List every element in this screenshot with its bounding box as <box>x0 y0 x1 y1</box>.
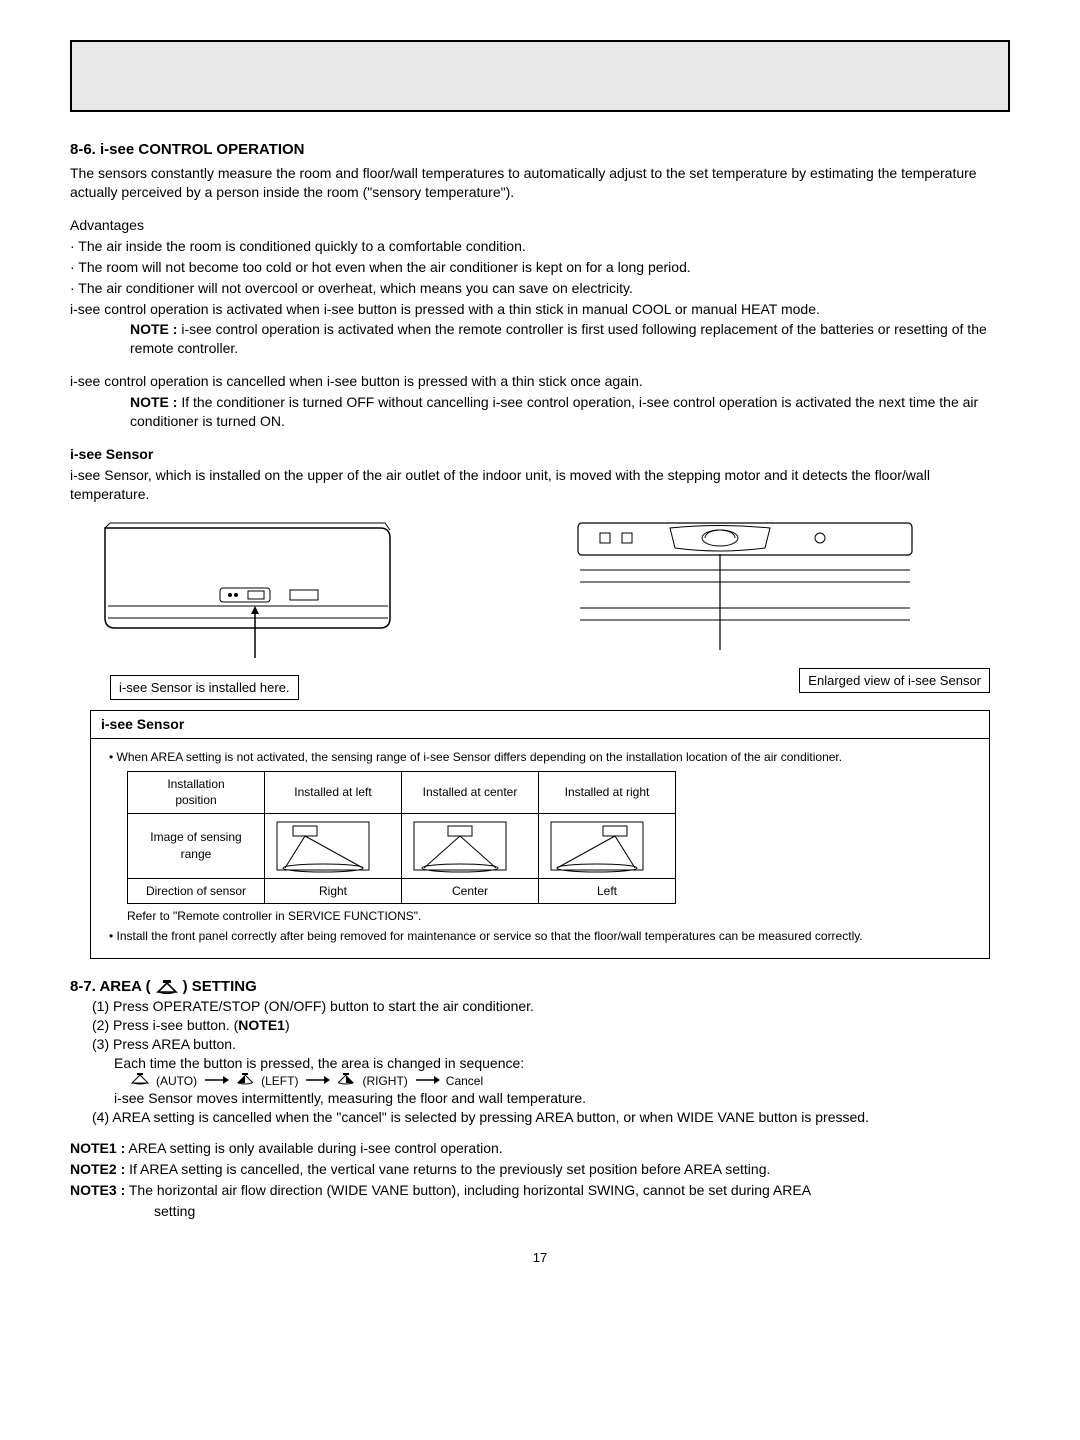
tbl-r1c1a: Installation <box>136 776 256 792</box>
refer-note: Refer to "Remote controller in SERVICE F… <box>127 908 971 924</box>
step-4: (4) AREA setting is cancelled when the "… <box>92 1108 1010 1127</box>
sensor-box-title: i-see Sensor <box>91 711 989 739</box>
notes-block: NOTE1 : AREA setting is only available d… <box>70 1139 1010 1221</box>
heading-pre: 8-7. AREA ( <box>70 977 151 997</box>
sensing-image-right <box>539 813 676 878</box>
note-1-text: i-see control operation is activated whe… <box>130 321 987 356</box>
note3-text-line2: setting <box>154 1202 1010 1221</box>
step-2-post: ) <box>285 1017 290 1033</box>
step-1: (1) Press OPERATE/STOP (ON/OFF) button t… <box>92 997 1010 1016</box>
note-2: NOTE : If the conditioner is turned OFF … <box>130 393 1010 431</box>
note-1-label: NOTE : <box>130 321 177 337</box>
heading-post: ) SETTING <box>183 977 257 997</box>
header-bar <box>70 40 1010 112</box>
tbl-r1c4: Installed at right <box>539 772 676 813</box>
section-87-heading: 8-7. AREA ( ) SETTING <box>70 977 1010 997</box>
advantage-3: · The air conditioner will not overcool … <box>70 279 1010 298</box>
sensing-image-center <box>402 813 539 878</box>
note-2-text: If the conditioner is turned OFF without… <box>130 394 978 429</box>
advantage-1: · The air inside the room is conditioned… <box>70 237 1010 256</box>
advantage-2: · The room will not become too cold or h… <box>70 258 1010 277</box>
right-figure-label: Enlarged view of i-see Sensor <box>799 668 990 694</box>
seq-auto: (AUTO) <box>156 1073 197 1089</box>
section-86-heading: 8-6. i-see CONTROL OPERATION <box>70 140 1010 160</box>
tbl-r1c1b: position <box>136 792 256 808</box>
area-icon <box>155 980 179 994</box>
step-3a: Each time the button is pressed, the are… <box>114 1054 1010 1073</box>
tbl-r3c1: Direction of sensor <box>128 878 265 903</box>
tbl-r3c4: Left <box>539 878 676 903</box>
tbl-r2c1b: range <box>136 846 256 862</box>
note3-text-a-line1: The horizontal air flow direction (WIDE … <box>129 1182 811 1198</box>
tbl-r1c2: Installed at left <box>265 772 402 813</box>
step-2-pre: (2) Press i-see button. ( <box>92 1017 238 1033</box>
step-2-bold: NOTE1 <box>238 1017 285 1033</box>
note2-text: If AREA setting is cancelled, the vertic… <box>129 1161 770 1177</box>
advantages-label: Advantages <box>70 216 1010 235</box>
area-left-icon <box>235 1073 255 1089</box>
left-figure-label: i-see Sensor is installed here. <box>110 675 299 701</box>
isee-sensor-desc: i-see Sensor, which is installed on the … <box>70 466 1010 504</box>
note-2-label: NOTE : <box>130 394 177 410</box>
enlarged-view-figure: Enlarged view of i-see Sensor <box>570 518 990 694</box>
activate-text: i-see control operation is activated whe… <box>70 300 1010 319</box>
step-3b: i-see Sensor moves intermittently, measu… <box>114 1089 1010 1108</box>
page-number: 17 <box>70 1249 1010 1267</box>
tbl-r2c1a: Image of sensing <box>136 829 256 845</box>
area-auto-icon <box>130 1073 150 1089</box>
note2-label: NOTE2 : <box>70 1161 125 1177</box>
sensor-bullet-2: • Install the front panel correctly afte… <box>109 928 971 944</box>
sensor-info-box: i-see Sensor • When AREA setting is not … <box>90 710 990 959</box>
note3-label: NOTE3 : <box>70 1182 125 1198</box>
step-3: (3) Press AREA button. <box>92 1035 1010 1054</box>
cancel-text: i-see control operation is cancelled whe… <box>70 372 1010 391</box>
arrow-icon <box>304 1073 330 1089</box>
seq-cancel: Cancel <box>446 1073 483 1089</box>
tbl-r3c2: Right <box>265 878 402 903</box>
sequence-row: (AUTO) (LEFT) (RIGHT) Cancel <box>130 1073 1010 1089</box>
note-1: NOTE : i-see control operation is activa… <box>130 320 1010 358</box>
sensing-image-left <box>265 813 402 878</box>
indoor-unit-figure: i-see Sensor is installed here. <box>90 518 510 701</box>
seq-left: (LEFT) <box>261 1073 298 1089</box>
note1-text: AREA setting is only available during i-… <box>128 1140 502 1156</box>
sensor-bullet-1: • When AREA setting is not activated, th… <box>109 749 971 765</box>
area-right-icon <box>336 1073 356 1089</box>
note1-label: NOTE1 : <box>70 1140 125 1156</box>
sensing-table: Installation position Installed at left … <box>127 771 676 904</box>
step-2: (2) Press i-see button. (NOTE1) <box>92 1016 1010 1035</box>
intro-text: The sensors constantly measure the room … <box>70 164 1010 202</box>
seq-right: (RIGHT) <box>362 1073 407 1089</box>
tbl-r3c3: Center <box>402 878 539 903</box>
isee-sensor-heading: i-see Sensor <box>70 445 1010 464</box>
figure-row: i-see Sensor is installed here. Enlarged… <box>90 518 990 701</box>
arrow-icon <box>203 1073 229 1089</box>
tbl-r1c3: Installed at center <box>402 772 539 813</box>
arrow-icon <box>414 1073 440 1089</box>
